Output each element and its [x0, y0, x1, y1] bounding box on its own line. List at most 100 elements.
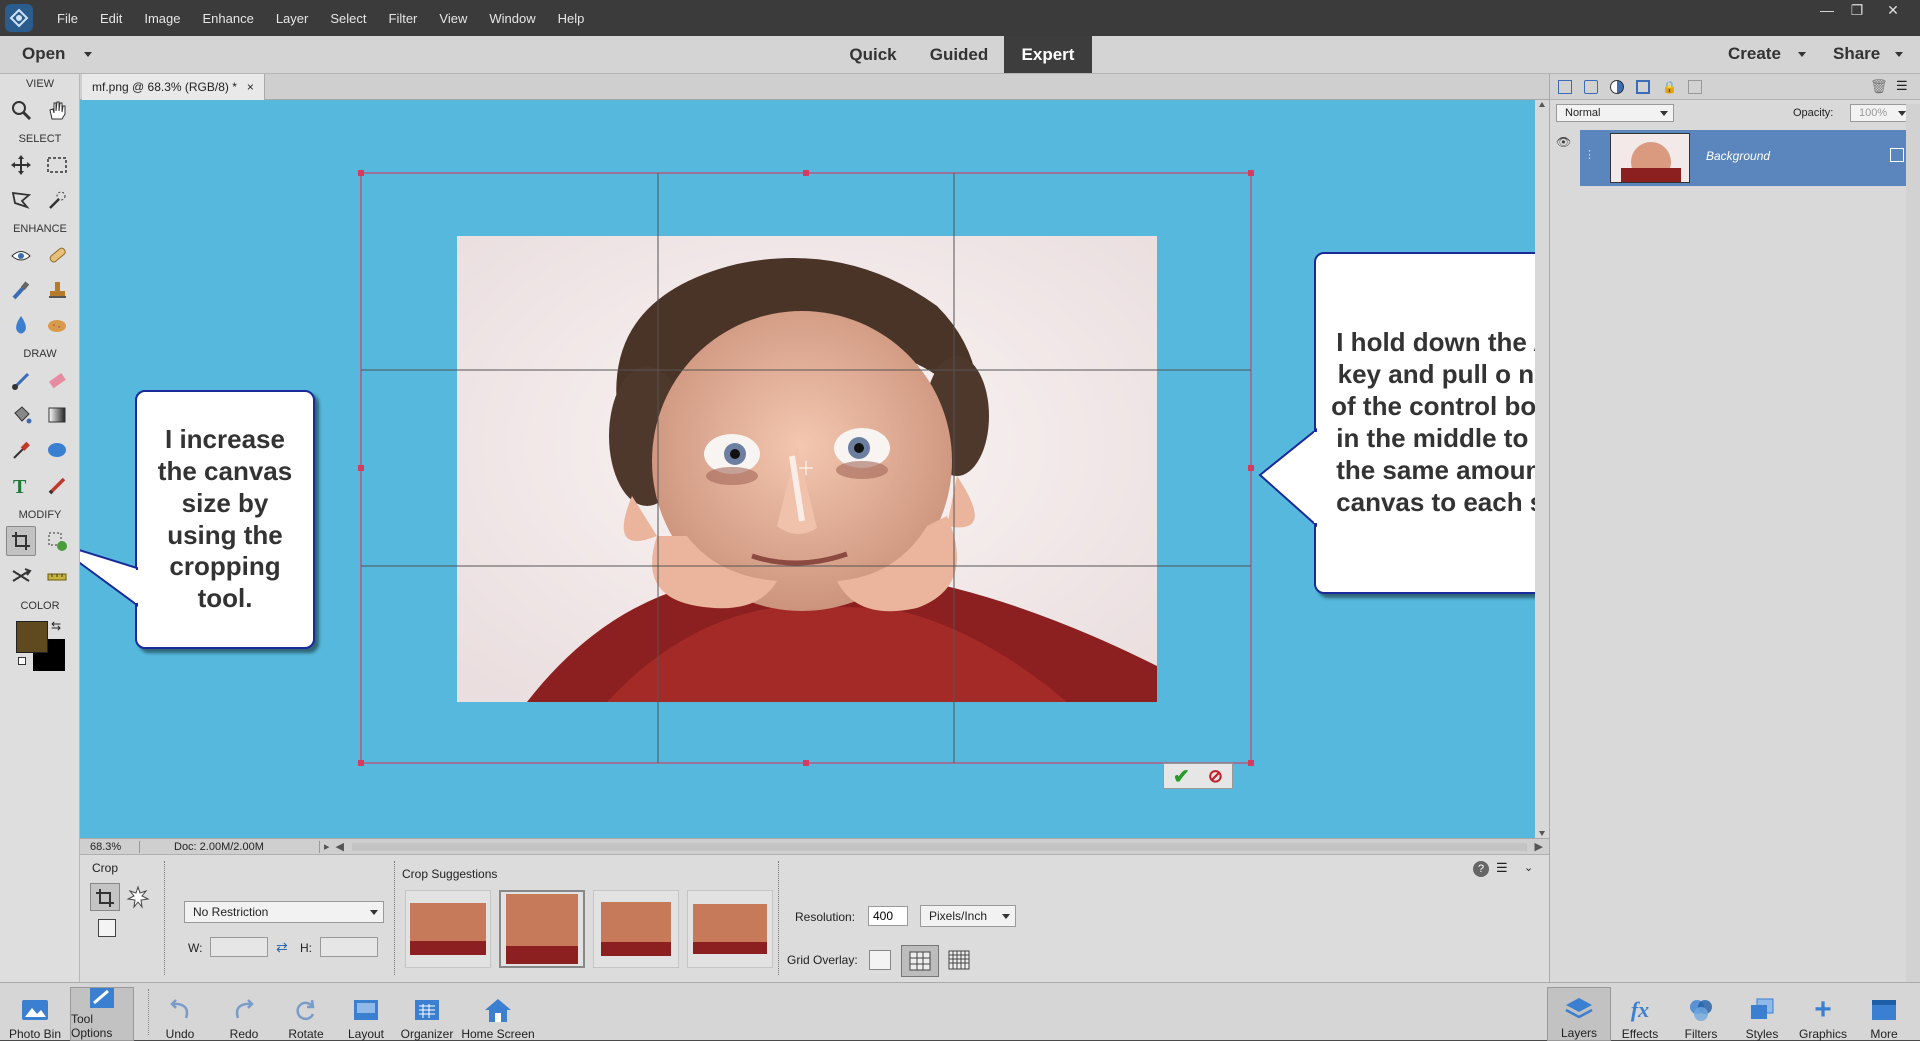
- share-dropdown-icon[interactable]: [1895, 52, 1903, 57]
- crop-suggestion-2[interactable]: [499, 890, 585, 968]
- smart-brush-tool-icon[interactable]: [6, 275, 36, 305]
- quick-selection-tool-icon[interactable]: [42, 185, 72, 215]
- menu-select[interactable]: Select: [319, 11, 377, 26]
- new-group-icon[interactable]: [1584, 80, 1598, 94]
- crop-suggestion-4[interactable]: [687, 890, 773, 968]
- menu-view[interactable]: View: [428, 11, 478, 26]
- menu-filter[interactable]: Filter: [378, 11, 429, 26]
- clone-stamp-tool-icon[interactable]: [42, 275, 72, 305]
- lasso-tool-icon[interactable]: [6, 185, 36, 215]
- restore-icon[interactable]: ❐: [1842, 0, 1872, 20]
- open-dropdown-icon[interactable]: [84, 52, 92, 57]
- help-icon[interactable]: ?: [1473, 861, 1489, 877]
- adjustment-layer-icon[interactable]: [1610, 80, 1624, 94]
- horizontal-scrollbar[interactable]: [352, 842, 1527, 851]
- layer-name[interactable]: Background: [1706, 149, 1770, 163]
- lock-layer-icon[interactable]: 🔒: [1662, 80, 1677, 94]
- menu-help[interactable]: Help: [547, 11, 596, 26]
- paint-bucket-tool-icon[interactable]: [6, 400, 36, 430]
- crop-suggestion-1[interactable]: [405, 890, 491, 968]
- layer-lock-icon[interactable]: [1890, 148, 1904, 162]
- more-button[interactable]: More: [1852, 987, 1916, 1041]
- close-window-icon[interactable]: ✕: [1878, 0, 1908, 20]
- eraser-tool-icon[interactable]: [42, 365, 72, 395]
- cookie-cutter-icon[interactable]: [126, 885, 150, 909]
- panel-scrollbar[interactable]: [1906, 104, 1920, 984]
- layers-button[interactable]: Layers: [1547, 987, 1611, 1041]
- move-tool-icon[interactable]: [6, 150, 36, 180]
- redo-button[interactable]: Redo: [212, 987, 276, 1041]
- content-aware-move-tool-icon[interactable]: [6, 561, 36, 591]
- layer-row-background[interactable]: ⋮ Background: [1580, 130, 1920, 186]
- home-screen-button[interactable]: Home Screen: [458, 987, 538, 1041]
- crop-mode-icon[interactable]: [90, 883, 120, 911]
- visibility-eye-icon[interactable]: 👁: [1556, 135, 1571, 149]
- crop-suggestion-3[interactable]: [593, 890, 679, 968]
- delete-layer-icon[interactable]: 🗑: [1870, 78, 1888, 95]
- perspective-crop-icon[interactable]: [98, 919, 116, 937]
- open-button[interactable]: Open: [22, 44, 65, 64]
- recompose-tool-icon[interactable]: [42, 526, 72, 556]
- menu-enhance[interactable]: Enhance: [192, 11, 265, 26]
- crop-tool-icon[interactable]: [6, 526, 36, 556]
- blur-tool-icon[interactable]: [6, 310, 36, 340]
- default-colors-icon[interactable]: [18, 657, 26, 665]
- menu-file[interactable]: File: [46, 11, 89, 26]
- panel-menu-icon[interactable]: ☰: [1896, 78, 1908, 94]
- photo-bin-button[interactable]: Photo Bin: [3, 987, 67, 1041]
- document-tab[interactable]: mf.png @ 68.3% (RGB/8) * ×: [82, 74, 265, 100]
- graphics-button[interactable]: + Graphics: [1791, 987, 1855, 1041]
- layer-link-icon[interactable]: ⋮: [1584, 148, 1595, 161]
- blend-mode-dropdown[interactable]: Normal: [1556, 104, 1674, 122]
- layer-mask-icon[interactable]: [1636, 80, 1650, 94]
- width-input[interactable]: [210, 937, 268, 957]
- resolution-unit-dropdown[interactable]: Pixels/Inch: [920, 905, 1016, 927]
- grid-rule-of-thirds-option[interactable]: [901, 945, 939, 977]
- styles-button[interactable]: Styles: [1730, 987, 1794, 1041]
- sponge-tool-icon[interactable]: [42, 310, 72, 340]
- hscroll-left-icon[interactable]: ◀: [336, 840, 344, 853]
- restriction-dropdown[interactable]: No Restriction: [184, 901, 384, 923]
- height-input[interactable]: [320, 937, 378, 957]
- undo-button[interactable]: Undo: [148, 987, 212, 1041]
- healing-brush-tool-icon[interactable]: [42, 240, 72, 270]
- hand-tool-icon[interactable]: [42, 95, 72, 125]
- zoom-level[interactable]: 68.3%: [80, 840, 140, 853]
- canvas-area[interactable]: ✔ ⊘ I increase the canvas size by using …: [80, 100, 1535, 838]
- pencil-tool-icon[interactable]: [42, 470, 72, 500]
- mode-expert[interactable]: Expert: [1004, 36, 1092, 73]
- menu-edit[interactable]: Edit: [89, 11, 133, 26]
- red-eye-tool-icon[interactable]: [6, 240, 36, 270]
- new-layer-icon[interactable]: [1558, 80, 1572, 94]
- share-button[interactable]: Share: [1833, 44, 1880, 64]
- swap-dimensions-icon[interactable]: ⇄: [276, 939, 288, 956]
- grid-none-option[interactable]: [869, 950, 891, 970]
- mode-quick[interactable]: Quick: [834, 36, 912, 73]
- resolution-input[interactable]: [868, 906, 908, 926]
- minimize-icon[interactable]: —: [1812, 0, 1842, 20]
- opacity-dropdown[interactable]: 100%: [1850, 104, 1912, 122]
- create-button[interactable]: Create: [1728, 44, 1781, 64]
- rotate-button[interactable]: Rotate: [274, 987, 338, 1041]
- grid-full-option[interactable]: [948, 950, 970, 970]
- gradient-tool-icon[interactable]: [42, 400, 72, 430]
- close-tab-icon[interactable]: ×: [247, 80, 254, 94]
- menu-window[interactable]: Window: [478, 11, 546, 26]
- menu-image[interactable]: Image: [133, 11, 191, 26]
- marquee-tool-icon[interactable]: [42, 150, 72, 180]
- hscroll-right-icon[interactable]: ▶: [1535, 840, 1543, 853]
- zoom-tool-icon[interactable]: [6, 95, 36, 125]
- tool-options-button[interactable]: Tool Options: [70, 987, 134, 1041]
- eyedropper-tool-icon[interactable]: [6, 435, 36, 465]
- foreground-color-swatch[interactable]: [16, 621, 48, 653]
- layout-button[interactable]: Layout: [334, 987, 398, 1041]
- vertical-scrollbar[interactable]: [1535, 100, 1549, 838]
- organizer-button[interactable]: Organizer: [395, 987, 459, 1041]
- shape-tool-icon[interactable]: [42, 435, 72, 465]
- straighten-tool-icon[interactable]: [42, 561, 72, 591]
- lock-all-icon[interactable]: [1688, 80, 1702, 94]
- options-menu-icon[interactable]: ☰: [1496, 860, 1508, 876]
- effects-button[interactable]: fx Effects: [1608, 987, 1672, 1041]
- create-dropdown-icon[interactable]: [1798, 52, 1806, 57]
- collapse-chevron-icon[interactable]: ⌄: [1524, 861, 1533, 874]
